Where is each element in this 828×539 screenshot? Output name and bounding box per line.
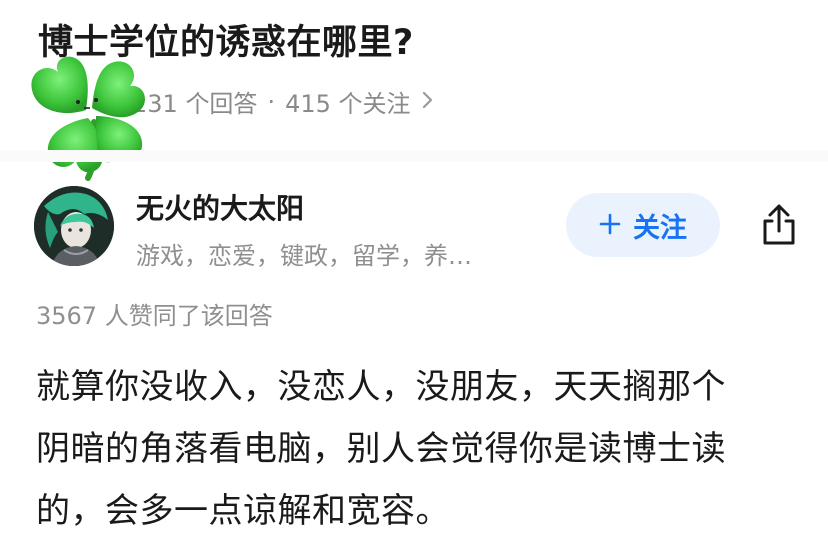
meta-separator: · [267, 87, 276, 116]
answer-body[interactable]: 就算你没收入，没恋人，没朋友，天天搁那个 阴暗的角落看电脑，别人会觉得你是读博士… [36, 356, 796, 539]
plus-icon [599, 208, 621, 243]
section-divider [0, 150, 828, 162]
author-bio: 游戏，恋爱，键政，留学，养… [136, 242, 472, 270]
answer-line: 的，会多一点谅解和宽容。 [36, 491, 450, 531]
follow-label: 关注 [633, 212, 687, 244]
answer-line: 就算你没收入，没恋人，没朋友，天天搁那个 [36, 367, 726, 407]
question-meta[interactable]: 231 个回答 · 415 个关注 [132, 84, 433, 119]
answer-page: 博士学位的诱惑在哪里? 231 个回答 · 415 个关注 无火的大太阳 游戏，… [0, 0, 828, 539]
chevron-right-icon [421, 90, 433, 114]
vote-count: 3567 人赞同了该回答 [36, 302, 273, 330]
follow-button[interactable]: 关注 [566, 193, 720, 257]
share-icon[interactable] [752, 198, 806, 252]
follower-count: 415 个关注 [285, 90, 411, 118]
answer-line: 阴暗的角落看电脑，别人会觉得你是读博士读 [36, 429, 726, 469]
four-leaf-clover-icon [22, 52, 152, 182]
author-name[interactable]: 无火的大太阳 [136, 187, 304, 227]
avatar[interactable] [34, 186, 114, 266]
